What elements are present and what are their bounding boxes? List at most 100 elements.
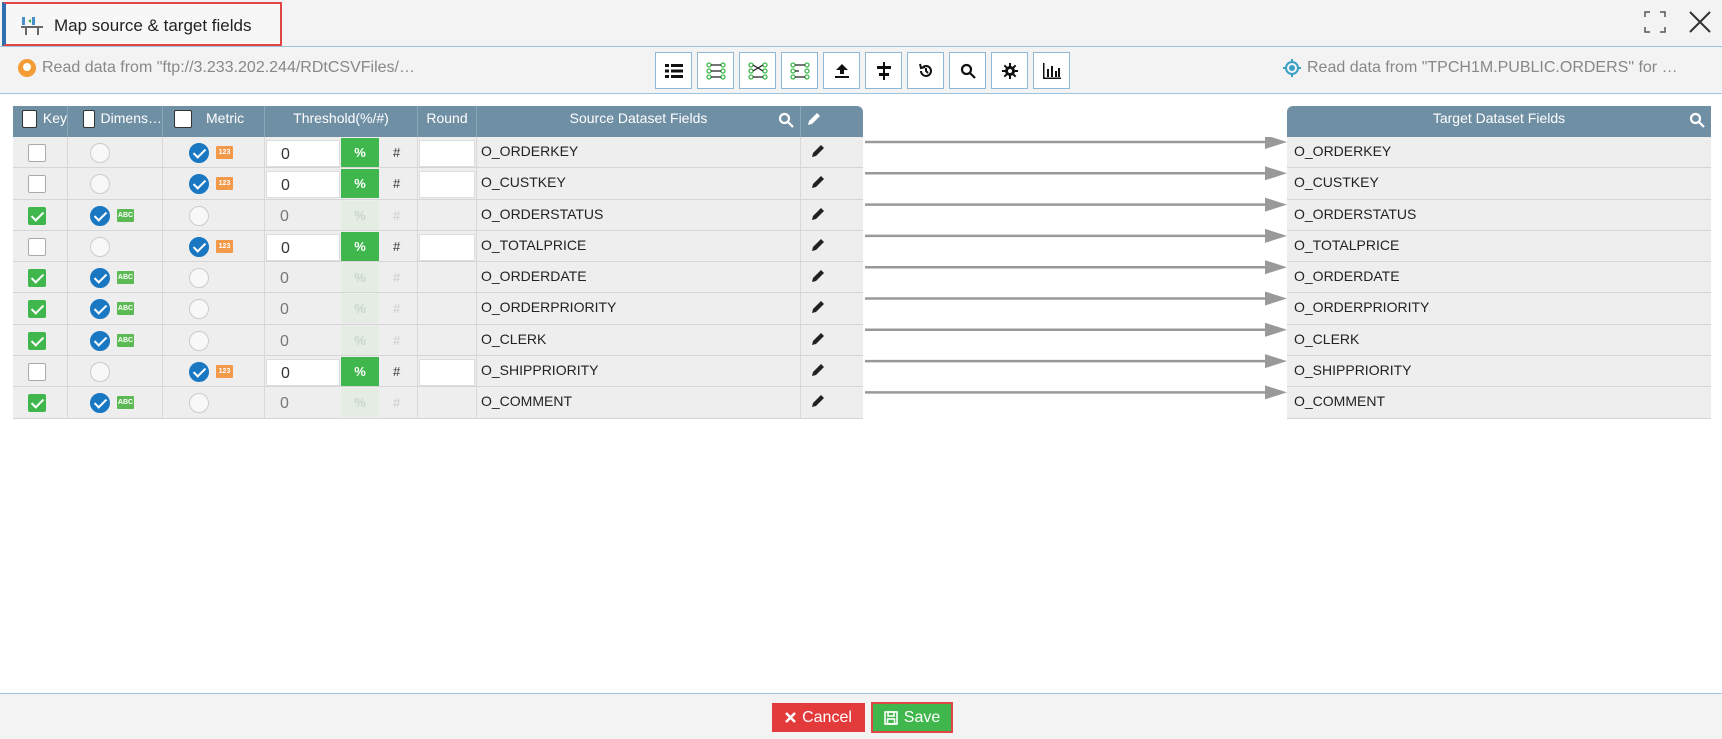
- percent-toggle[interactable]: %: [341, 231, 379, 261]
- number-toggle: #: [393, 207, 401, 223]
- edit-all-pencil-icon[interactable]: [807, 112, 821, 126]
- dimension-radio[interactable]: [90, 205, 110, 226]
- metric-radio[interactable]: [189, 143, 209, 163]
- number-toggle[interactable]: #: [393, 239, 400, 254]
- save-button[interactable]: Save: [871, 702, 953, 733]
- edit-pencil-icon[interactable]: [811, 175, 825, 189]
- metric-cell: 123: [163, 168, 265, 199]
- round-cell: [418, 387, 477, 418]
- key-checkbox[interactable]: [28, 394, 46, 413]
- round-input[interactable]: [419, 140, 475, 167]
- round-input[interactable]: [419, 359, 475, 387]
- target-row[interactable]: O_CUSTKEY: [1287, 168, 1711, 200]
- key-cell: [13, 168, 68, 199]
- target-row[interactable]: O_ORDERSTATUS: [1287, 199, 1711, 231]
- settings-icon: [1001, 62, 1018, 79]
- key-checkbox[interactable]: [28, 237, 46, 256]
- threshold-input[interactable]: 0: [266, 359, 340, 387]
- target-row[interactable]: O_ORDERDATE: [1287, 262, 1711, 294]
- source-search-icon[interactable]: [778, 112, 794, 128]
- target-field-name: O_ORDERSTATUS: [1294, 205, 1417, 222]
- target-row[interactable]: O_CLERK: [1287, 324, 1711, 357]
- chart-button[interactable]: [1033, 52, 1070, 89]
- number-toggle: #: [393, 301, 401, 317]
- target-row[interactable]: O_COMMENT: [1287, 387, 1711, 419]
- source-row: ABC 0 % # O_ORDERSTATUS: [13, 199, 863, 231]
- metric-radio[interactable]: [189, 330, 209, 351]
- map-all-button[interactable]: [697, 52, 734, 89]
- edit-pencil-icon[interactable]: [811, 269, 825, 283]
- type-badge: ABC: [117, 396, 134, 410]
- number-toggle[interactable]: #: [393, 364, 400, 379]
- auto-map-button[interactable]: [781, 52, 818, 89]
- key-checkbox[interactable]: [28, 175, 46, 194]
- target-row[interactable]: O_TOTALPRICE: [1287, 230, 1711, 263]
- threshold-input[interactable]: 0: [266, 233, 340, 261]
- number-toggle[interactable]: #: [393, 176, 400, 191]
- edit-pencil-icon[interactable]: [811, 300, 825, 314]
- dialog-title: Map source & target fields: [54, 16, 252, 35]
- align-button[interactable]: [865, 52, 902, 89]
- dimension-cell: [68, 230, 163, 262]
- metric-radio[interactable]: [189, 299, 209, 320]
- map-selected-button[interactable]: [739, 52, 776, 89]
- threshold-input[interactable]: 0: [266, 171, 340, 199]
- metric-radio[interactable]: [189, 268, 209, 289]
- metric-radio[interactable]: [189, 236, 209, 257]
- dimension-radio[interactable]: [90, 299, 110, 320]
- target-row[interactable]: O_SHIPPRIORITY: [1287, 356, 1711, 388]
- source-info-text: Read data from "ftp://3.233.202.244/RDtC…: [42, 59, 415, 76]
- key-checkbox[interactable]: [28, 300, 46, 319]
- percent-toggle[interactable]: %: [341, 169, 379, 199]
- search-button[interactable]: [949, 52, 986, 89]
- key-checkbox[interactable]: [28, 144, 46, 162]
- dimension-radio[interactable]: [90, 174, 110, 195]
- mapping-arrow-head: [1265, 260, 1287, 275]
- metric-radio[interactable]: [189, 174, 209, 195]
- close-icon[interactable]: [1686, 8, 1714, 36]
- save-label: Save: [903, 708, 941, 726]
- edit-pencil-icon[interactable]: [811, 332, 825, 346]
- metric-radio[interactable]: [189, 362, 209, 383]
- edit-pencil-icon[interactable]: [811, 394, 825, 408]
- key-select-all-checkbox[interactable]: [22, 110, 37, 128]
- source-row: 123 0 % # O_CUSTKEY: [13, 168, 863, 200]
- key-cell: [13, 324, 68, 356]
- key-checkbox[interactable]: [28, 331, 46, 350]
- key-checkbox[interactable]: [28, 363, 46, 382]
- round-cell: [418, 356, 477, 387]
- key-checkbox[interactable]: [28, 206, 46, 225]
- cancel-button[interactable]: Cancel: [772, 703, 865, 732]
- dimension-radio[interactable]: [90, 143, 110, 163]
- dimension-select-all-checkbox[interactable]: [83, 110, 95, 128]
- edit-pencil-icon[interactable]: [811, 238, 825, 252]
- target-row[interactable]: O_ORDERPRIORITY: [1287, 293, 1711, 325]
- threshold-input[interactable]: 0: [266, 140, 340, 167]
- edit-pencil-icon[interactable]: [811, 144, 825, 158]
- dimension-radio[interactable]: [90, 330, 110, 351]
- target-search-icon[interactable]: [1689, 112, 1705, 128]
- edit-pencil-icon[interactable]: [811, 363, 825, 377]
- dimension-radio[interactable]: [90, 236, 110, 257]
- round-input[interactable]: [419, 233, 475, 261]
- target-row[interactable]: O_ORDERKEY: [1287, 137, 1711, 169]
- edit-pencil-icon[interactable]: [811, 207, 825, 221]
- mapping-arrow-head: [1265, 385, 1287, 400]
- key-checkbox[interactable]: [28, 269, 46, 288]
- dimension-radio[interactable]: [90, 393, 110, 414]
- percent-toggle[interactable]: %: [341, 357, 379, 387]
- metric-radio[interactable]: [189, 205, 209, 226]
- dimension-radio[interactable]: [90, 268, 110, 289]
- round-input[interactable]: [419, 171, 475, 199]
- align-icon: [876, 61, 891, 80]
- upload-button[interactable]: [823, 52, 860, 89]
- metric-radio[interactable]: [189, 393, 209, 414]
- list-view-button[interactable]: [655, 52, 692, 89]
- dimension-radio[interactable]: [90, 362, 110, 383]
- number-toggle[interactable]: #: [393, 145, 400, 160]
- reset-button[interactable]: [907, 52, 944, 89]
- expand-icon[interactable]: [1643, 10, 1667, 34]
- metric-select-all-checkbox[interactable]: [174, 110, 192, 128]
- percent-toggle[interactable]: %: [341, 138, 379, 167]
- settings-button[interactable]: [991, 52, 1028, 89]
